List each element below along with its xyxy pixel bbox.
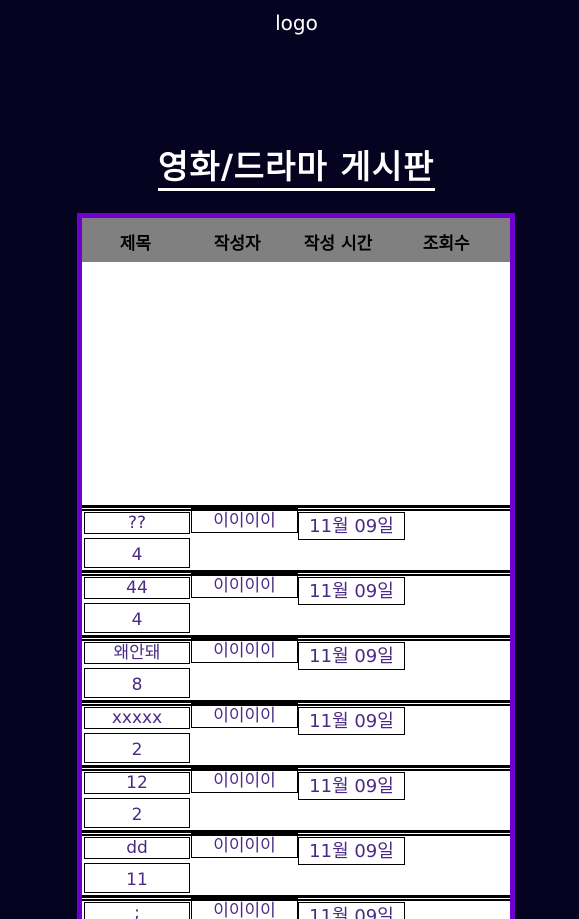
post-row[interactable]: 44 이이이이 11월 09일 4 bbox=[82, 570, 510, 635]
post-title-link[interactable]: dd bbox=[84, 837, 190, 859]
post-list: ?? 이이이이 11월 09일 4 44 이이이이 11월 09일 4 왜안돼 이이이이 11월 0… bbox=[82, 505, 510, 919]
post-views: 4 bbox=[84, 538, 190, 568]
post-row[interactable]: 왜안돼 이이이이 11월 09일 8 bbox=[82, 635, 510, 700]
column-header-time: 작성 시간 bbox=[304, 234, 373, 254]
board-header-row: 제목 작성자 작성 시간 조회수 bbox=[82, 218, 510, 262]
post-row[interactable]: dd 이이이이 11월 09일 11 bbox=[82, 830, 510, 895]
post-row[interactable]: xxxxx 이이이이 11월 09일 2 bbox=[82, 700, 510, 765]
post-views: 8 bbox=[84, 668, 190, 698]
page: logo 영화/드라마 게시판 제목 작성자 작성 시간 조회수 ?? 이이이이 1… bbox=[0, 0, 579, 919]
post-title-link[interactable]: xxxxx bbox=[84, 707, 190, 729]
post-time: 11월 09일 bbox=[298, 577, 405, 605]
post-author: 이이이이 bbox=[191, 575, 298, 598]
post-title-link[interactable]: ; bbox=[84, 902, 190, 919]
post-row[interactable]: 12 이이이이 11월 09일 2 bbox=[82, 765, 510, 830]
board-table: 제목 작성자 작성 시간 조회수 ?? 이이이이 11월 09일 4 44 이이이이 11월… bbox=[77, 213, 515, 919]
board-title-text: 영화/드라마 게시판 bbox=[158, 147, 435, 191]
post-title-link[interactable]: 44 bbox=[84, 577, 190, 599]
post-row[interactable]: ; 이이이이 11월 09일 bbox=[82, 895, 510, 919]
post-author: 이이이이 bbox=[191, 900, 298, 919]
post-title-link[interactable]: 12 bbox=[84, 772, 190, 794]
post-author: 이이이이 bbox=[191, 835, 298, 858]
post-views: 11 bbox=[84, 863, 190, 893]
board-title: 영화/드라마 게시판 bbox=[0, 140, 579, 191]
post-author: 이이이이 bbox=[191, 770, 298, 793]
post-author: 이이이이 bbox=[191, 705, 298, 728]
post-time: 11월 09일 bbox=[298, 707, 405, 735]
column-header-title: 제목 bbox=[120, 234, 152, 254]
post-time: 11월 09일 bbox=[298, 642, 405, 670]
post-title-link[interactable]: 왜안돼 bbox=[84, 642, 190, 664]
post-time: 11월 09일 bbox=[298, 772, 405, 800]
post-views: 2 bbox=[84, 798, 190, 828]
post-time: 11월 09일 bbox=[298, 902, 405, 919]
post-row[interactable]: ?? 이이이이 11월 09일 4 bbox=[82, 505, 510, 570]
post-time: 11월 09일 bbox=[298, 837, 405, 865]
post-views: 2 bbox=[84, 733, 190, 763]
logo[interactable]: logo bbox=[0, 11, 579, 35]
post-author: 이이이이 bbox=[191, 640, 298, 663]
column-header-views: 조회수 bbox=[423, 234, 470, 254]
post-views: 4 bbox=[84, 603, 190, 633]
post-title-link[interactable]: ?? bbox=[84, 512, 190, 534]
post-time: 11월 09일 bbox=[298, 512, 405, 540]
post-author: 이이이이 bbox=[191, 510, 298, 533]
column-header-author: 작성자 bbox=[214, 234, 261, 254]
